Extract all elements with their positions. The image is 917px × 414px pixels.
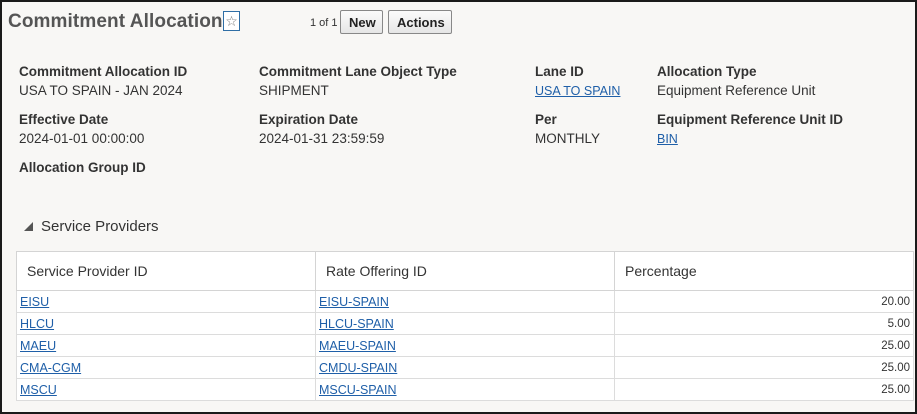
- field-equipment-reference-unit-id: Equipment Reference Unit ID BIN: [657, 112, 843, 146]
- service-provider-link[interactable]: MSCU: [20, 383, 57, 397]
- field-label: Allocation Group ID: [19, 160, 146, 175]
- field-value: SHIPMENT: [259, 83, 329, 98]
- rate-offering-link[interactable]: MAEU-SPAIN: [319, 339, 396, 353]
- rate-offering-link[interactable]: EISU-SPAIN: [319, 295, 389, 309]
- field-value: MONTHLY: [535, 131, 601, 146]
- field-commitment-lane-object-type: Commitment Lane Object Type SHIPMENT: [259, 64, 457, 98]
- rate-offering-link[interactable]: CMDU-SPAIN: [319, 361, 397, 375]
- section-title: Service Providers: [41, 218, 159, 235]
- field-value: Equipment Reference Unit: [657, 83, 816, 98]
- actions-button[interactable]: Actions: [388, 10, 452, 34]
- lane-id-link[interactable]: USA TO SPAIN: [535, 84, 620, 98]
- service-provider-link[interactable]: HLCU: [20, 317, 54, 331]
- commitment-allocation-panel: Commitment Allocation ☆ 1 of 1 New Actio…: [0, 0, 917, 414]
- percentage-cell: 20.00: [614, 290, 914, 313]
- service-providers-section-toggle[interactable]: Service Providers: [24, 218, 159, 235]
- field-label: Lane ID: [535, 64, 584, 79]
- field-label: Expiration Date: [259, 112, 359, 127]
- column-header[interactable]: Service Provider ID: [16, 251, 316, 291]
- table-row: CMA-CGM CMDU-SPAIN 25.00: [16, 356, 914, 379]
- field-value: 2024-01-01 00:00:00: [19, 131, 145, 146]
- table-row: EISU EISU-SPAIN 20.00: [16, 290, 914, 313]
- service-provider-link[interactable]: MAEU: [20, 339, 56, 353]
- field-value: USA TO SPAIN - JAN 2024: [19, 83, 183, 98]
- field-per: Per MONTHLY: [535, 112, 600, 146]
- rate-offering-link[interactable]: HLCU-SPAIN: [319, 317, 394, 331]
- field-label: Effective Date: [19, 112, 109, 127]
- service-providers-table: Service Provider ID Rate Offering ID Per…: [16, 251, 914, 401]
- table-row: MSCU MSCU-SPAIN 25.00: [16, 378, 914, 401]
- field-commitment-allocation-id: Commitment Allocation ID USA TO SPAIN - …: [19, 64, 187, 98]
- equipment-reference-unit-link[interactable]: BIN: [657, 132, 678, 146]
- percentage-cell: 25.00: [614, 334, 914, 357]
- table-row: MAEU MAEU-SPAIN 25.00: [16, 334, 914, 357]
- field-expiration-date: Expiration Date 2024-01-31 23:59:59: [259, 112, 384, 146]
- collapse-triangle-icon: [24, 222, 33, 231]
- percentage-cell: 25.00: [614, 356, 914, 379]
- new-button[interactable]: New: [340, 10, 383, 34]
- record-pager: 1 of 1: [310, 17, 338, 29]
- table-header-row: Service Provider ID Rate Offering ID Per…: [16, 251, 914, 291]
- field-label: Commitment Lane Object Type: [259, 64, 457, 79]
- service-provider-link[interactable]: CMA-CGM: [20, 361, 81, 375]
- table-row: HLCU HLCU-SPAIN 5.00: [16, 312, 914, 335]
- favorite-star-icon[interactable]: ☆: [223, 11, 240, 31]
- field-effective-date: Effective Date 2024-01-01 00:00:00: [19, 112, 144, 146]
- percentage-cell: 25.00: [614, 378, 914, 401]
- field-allocation-group-id: Allocation Group ID: [19, 160, 146, 179]
- field-label: Per: [535, 112, 557, 127]
- field-label: Equipment Reference Unit ID: [657, 112, 844, 127]
- percentage-cell: 5.00: [614, 312, 914, 335]
- column-header[interactable]: Percentage: [614, 251, 914, 291]
- field-lane-id: Lane ID USA TO SPAIN: [535, 64, 620, 98]
- rate-offering-link[interactable]: MSCU-SPAIN: [319, 383, 397, 397]
- page-title: Commitment Allocation: [8, 11, 223, 32]
- service-provider-link[interactable]: EISU: [20, 295, 49, 309]
- column-header[interactable]: Rate Offering ID: [315, 251, 615, 291]
- field-allocation-type: Allocation Type Equipment Reference Unit: [657, 64, 815, 98]
- field-value: 2024-01-31 23:59:59: [259, 131, 385, 146]
- field-label: Allocation Type: [657, 64, 757, 79]
- field-label: Commitment Allocation ID: [19, 64, 188, 79]
